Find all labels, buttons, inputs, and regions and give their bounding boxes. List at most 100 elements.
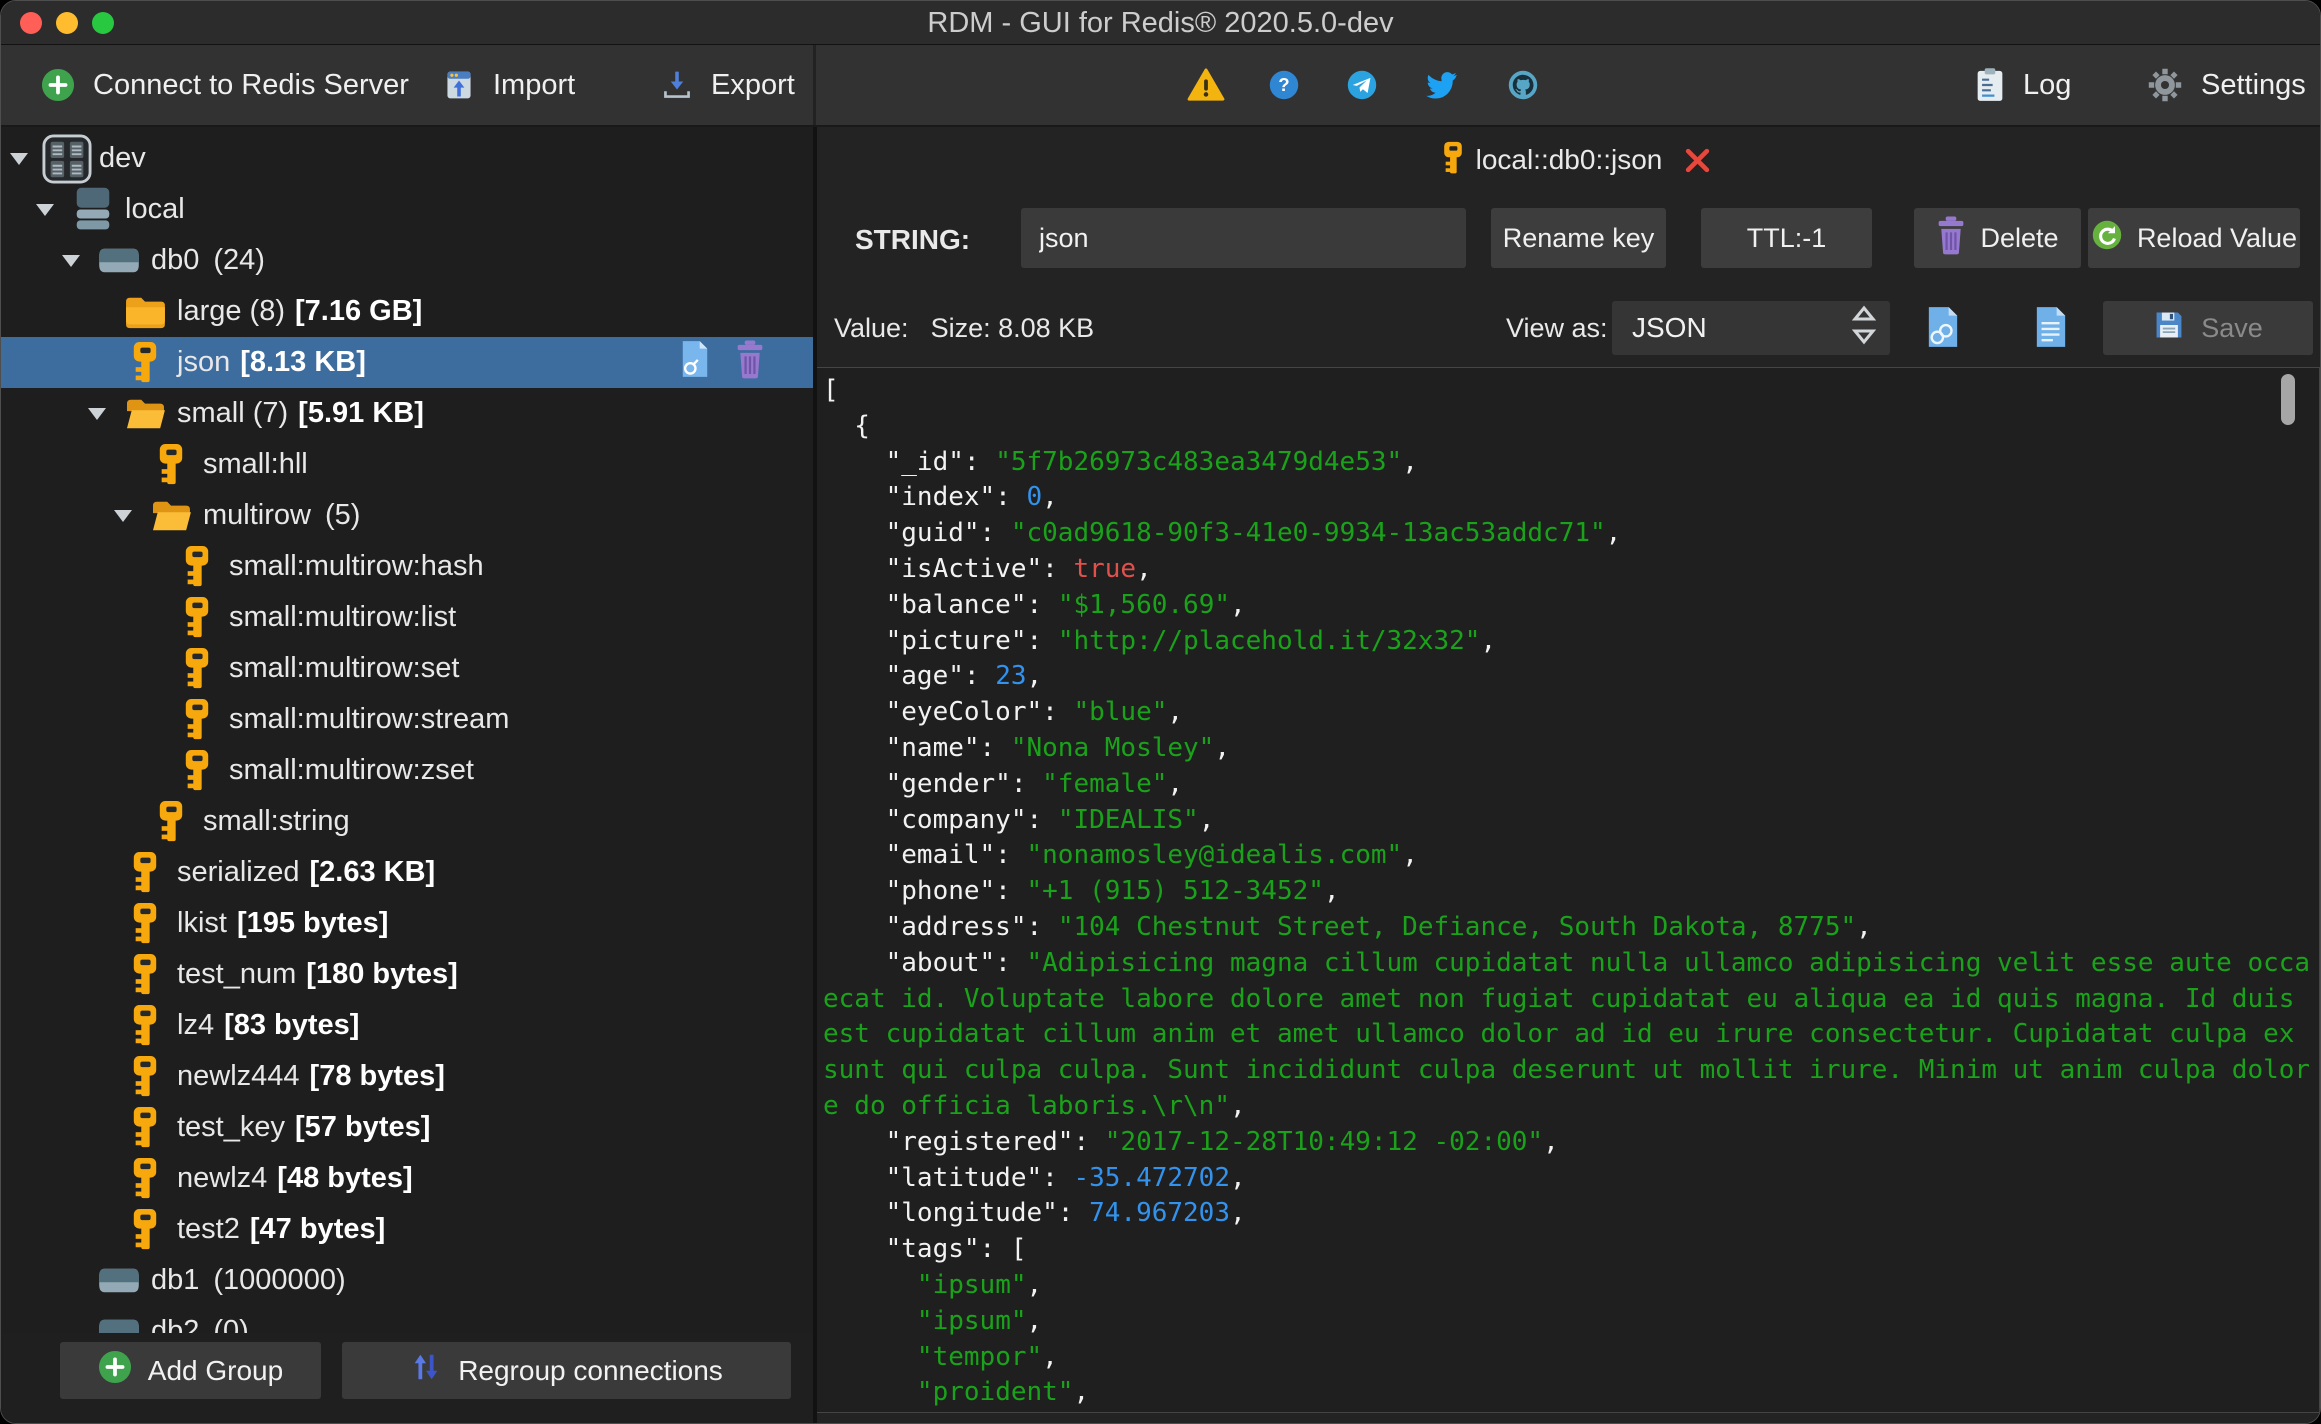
reload-value-button[interactable]: Reload Value xyxy=(2088,208,2300,268)
key-icon xyxy=(117,341,173,384)
json-line: "name": "Nona Mosley", xyxy=(823,732,1230,763)
json-value-editor[interactable]: [ { "_id": "5f7b26973c483ea3479d4e53", "… xyxy=(817,367,2320,1413)
tree-item-json[interactable]: json [8.13 KB] xyxy=(1,337,813,388)
tree-item-dev[interactable]: dev xyxy=(1,133,813,184)
tree-item-db0[interactable]: db0 (24) xyxy=(1,235,813,286)
tree-item-size: [7.16 GB] xyxy=(295,295,423,327)
clipboard-icon xyxy=(1975,67,2005,103)
caret-down-icon[interactable] xyxy=(35,203,65,217)
github-icon[interactable] xyxy=(1507,45,1539,125)
tab-title[interactable]: local::db0::json xyxy=(1476,144,1663,176)
caret-down-icon[interactable] xyxy=(113,509,143,523)
tree-item-lkist[interactable]: lkist [195 bytes] xyxy=(1,898,813,949)
tree-item-label: small:multirow:hash xyxy=(229,550,484,582)
open-value-external-button[interactable] xyxy=(1915,305,1971,353)
folder-open-icon xyxy=(143,498,199,534)
svg-text:?: ? xyxy=(1278,74,1289,95)
tree-item-test-num[interactable]: test_num [180 bytes] xyxy=(1,949,813,1000)
tree-item-label: small:multirow:zset xyxy=(229,754,474,786)
caret-down-icon[interactable] xyxy=(9,152,39,166)
connections-tree[interactable]: dev local db0 (24) large (8) [7.16 GB] json [8.… xyxy=(1,127,813,1333)
key-type-label: STRING: xyxy=(855,224,971,255)
key-name-input[interactable] xyxy=(1021,208,1466,268)
tree-item-label: small (7) xyxy=(177,397,289,429)
json-line: "isActive": true, xyxy=(823,553,1152,584)
tree-item-db1[interactable]: db1 (1000000) xyxy=(1,1255,813,1306)
tree-item-test2[interactable]: test2 [47 bytes] xyxy=(1,1204,813,1255)
tree-item-label: newlz444 xyxy=(177,1060,300,1092)
tree-item-small-multirow-list[interactable]: small:multirow:list xyxy=(1,592,813,643)
tree-item-serialized[interactable]: serialized [2.63 KB] xyxy=(1,847,813,898)
trash-icon[interactable] xyxy=(735,339,765,387)
database-icon xyxy=(91,1267,147,1294)
window-title: RDM - GUI for Redis® 2020.5.0-dev xyxy=(927,7,1394,39)
tree-item-lz4[interactable]: lz4 [83 bytes] xyxy=(1,1000,813,1051)
key-icon xyxy=(169,545,225,588)
warning-icon[interactable] xyxy=(1187,45,1225,125)
close-tab-icon[interactable] xyxy=(1684,147,1711,174)
caret-down-icon[interactable] xyxy=(61,254,91,268)
rename-key-button[interactable]: Rename key xyxy=(1491,208,1666,268)
tree-item-label: large (8) xyxy=(177,295,285,327)
plus-circle-icon xyxy=(41,68,75,102)
tree-item-db2[interactable]: db2 (0) xyxy=(1,1306,813,1333)
key-icon xyxy=(169,596,225,639)
tree-item-label: test_num xyxy=(177,958,297,990)
tree-item-label: small:string xyxy=(203,805,350,837)
tree-item-label: small:multirow:set xyxy=(229,652,460,684)
import-button-label: Import xyxy=(493,68,576,101)
tree-item-test-key[interactable]: test_key [57 bytes] xyxy=(1,1102,813,1153)
settings-button[interactable]: Settings xyxy=(2147,45,2306,125)
telegram-icon[interactable] xyxy=(1346,45,1378,125)
save-button[interactable]: Save xyxy=(2103,301,2313,355)
tree-item-newlz4[interactable]: newlz4 [48 bytes] xyxy=(1,1153,813,1204)
json-line: "about": "Adipisicing magna cillum cupid… xyxy=(823,947,2311,978)
gear-icon xyxy=(2147,67,2183,103)
updown-arrows-icon xyxy=(410,1351,442,1390)
tree-item-large-8-[interactable]: large (8) [7.16 GB] xyxy=(1,286,813,337)
view-value-fullscreen-button[interactable] xyxy=(2023,305,2079,353)
add-group-button[interactable]: Add Group xyxy=(60,1342,321,1399)
tree-item-label: db0 xyxy=(151,244,200,276)
add-group-label: Add Group xyxy=(147,1354,284,1386)
toolbar: Connect to Redis Server Import Export ? … xyxy=(1,45,2320,127)
ttl-button[interactable]: TTL:-1 xyxy=(1701,208,1872,268)
tree-item-label: serialized xyxy=(177,856,300,888)
tree-item-small-string[interactable]: small:string xyxy=(1,796,813,847)
tree-item-small-7-[interactable]: small (7) [5.91 KB] xyxy=(1,388,813,439)
key-icon xyxy=(117,1157,173,1200)
connect-button[interactable]: Connect to Redis Server xyxy=(41,45,409,125)
twitter-icon[interactable] xyxy=(1425,45,1459,125)
key-icon xyxy=(169,698,225,741)
import-button[interactable]: Import xyxy=(443,45,575,125)
key-icon xyxy=(117,1106,173,1149)
json-line: e do officia laboris.\r\n", xyxy=(823,1090,1246,1121)
caret-down-icon[interactable] xyxy=(87,407,117,421)
tree-item-newlz444[interactable]: newlz444 [78 bytes] xyxy=(1,1051,813,1102)
tree-item-small-hll[interactable]: small:hll xyxy=(1,439,813,490)
size-label: Size: 8.08 KB xyxy=(930,312,1095,343)
tree-item-size: [83 bytes] xyxy=(224,1009,360,1041)
tree-item-small-multirow-stream[interactable]: small:multirow:stream xyxy=(1,694,813,745)
tree-item-count: (0) xyxy=(213,1315,249,1333)
app-window: RDM - GUI for Redis® 2020.5.0-dev Connec… xyxy=(0,0,2321,1424)
json-line: "email": "nonamosley@idealis.com", xyxy=(823,840,1418,871)
tree-item-label: small:multirow:list xyxy=(229,601,457,633)
copy-key-icon[interactable] xyxy=(679,339,711,387)
tree-item-label: multirow xyxy=(203,499,311,531)
help-icon[interactable]: ? xyxy=(1268,45,1300,125)
tree-item-small-multirow-zset[interactable]: small:multirow:zset xyxy=(1,745,813,796)
tree-item-small-multirow-hash[interactable]: small:multirow:hash xyxy=(1,541,813,592)
log-button[interactable]: Log xyxy=(1975,45,2071,125)
view-as-select[interactable]: JSON xyxy=(1612,301,1890,355)
json-line: "tempor", xyxy=(916,1341,1058,1372)
editor-scrollbar-thumb[interactable] xyxy=(2281,374,2295,425)
tree-item-local[interactable]: local xyxy=(1,184,813,235)
tree-item-label: dev xyxy=(99,142,146,174)
tree-item-small-multirow-set[interactable]: small:multirow:set xyxy=(1,643,813,694)
value-label: Value: xyxy=(834,312,909,343)
delete-key-button[interactable]: Delete xyxy=(1914,208,2081,268)
regroup-connections-button[interactable]: Regroup connections xyxy=(342,1342,791,1399)
tree-item-multirow[interactable]: multirow (5) xyxy=(1,490,813,541)
export-button[interactable]: Export xyxy=(661,45,795,125)
